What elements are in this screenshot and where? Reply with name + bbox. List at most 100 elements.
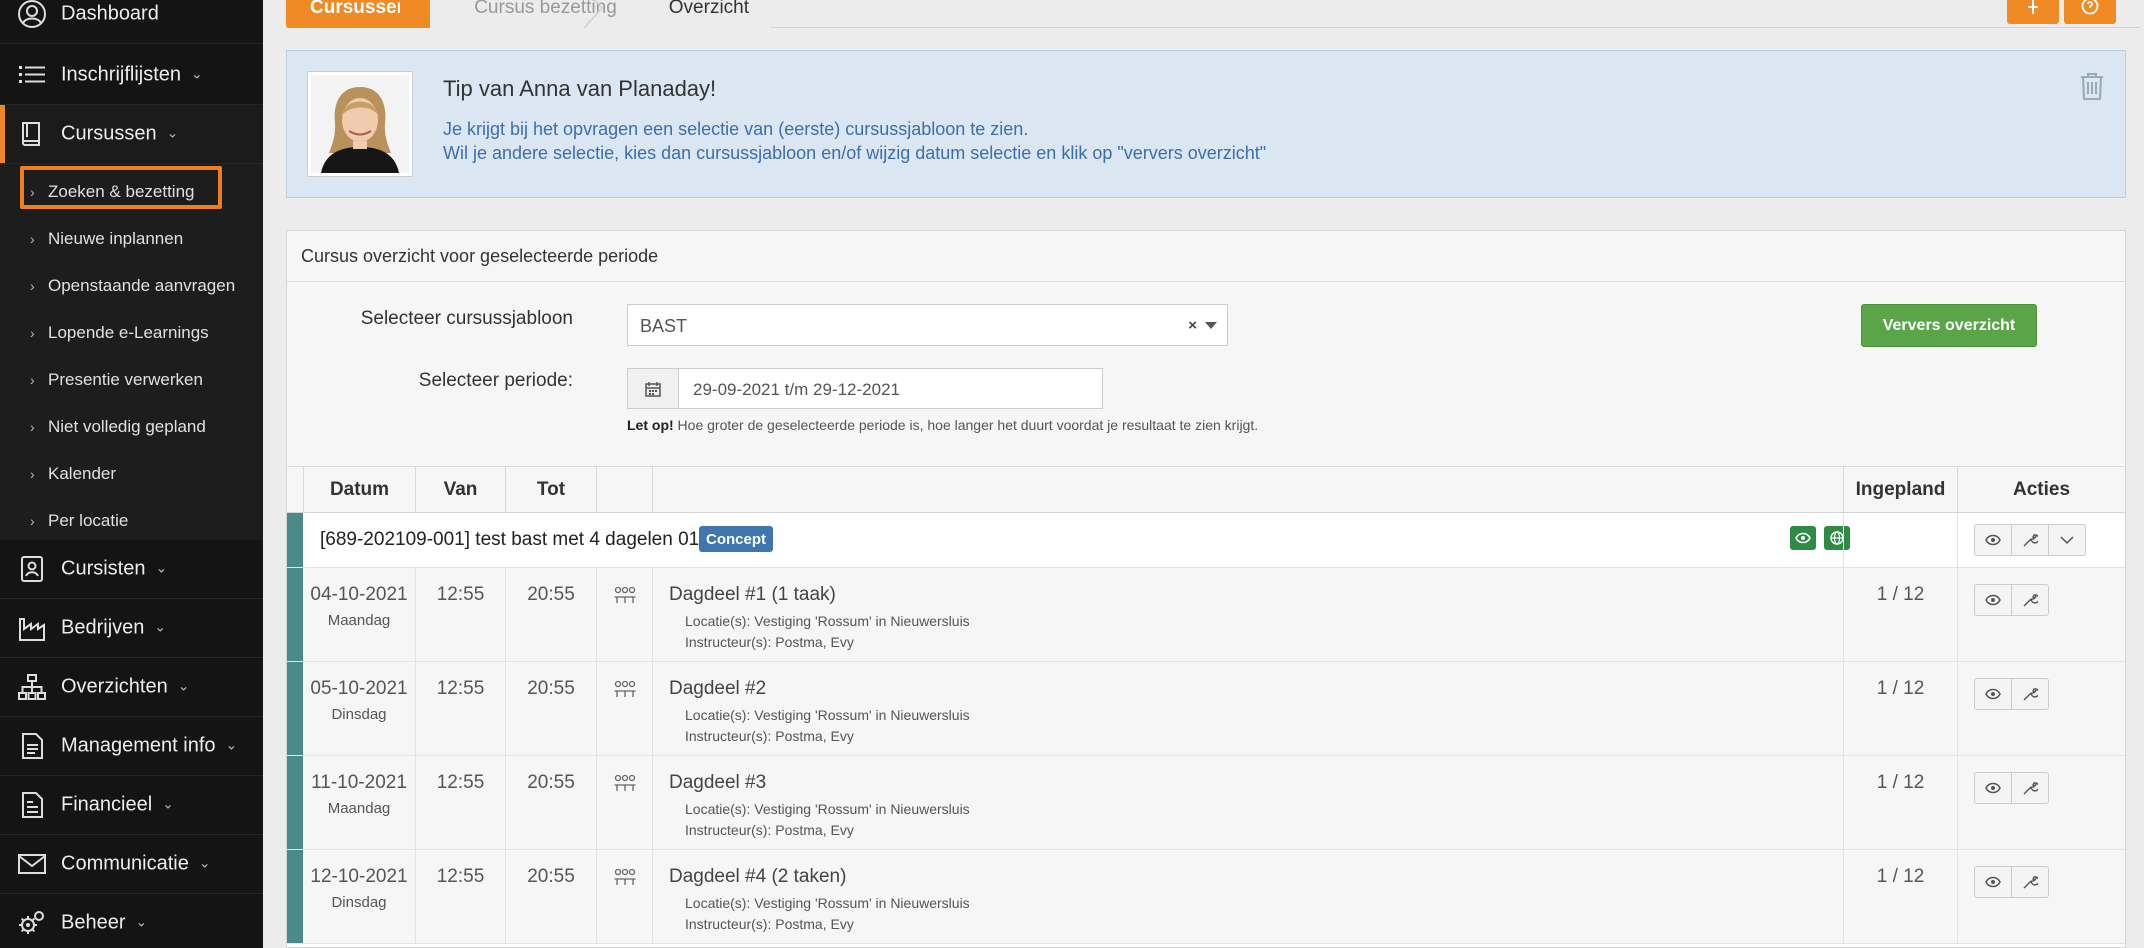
row-instructeur: Instructeur(s): Postma, Evy (685, 822, 854, 838)
edit-button[interactable] (2011, 772, 2049, 804)
panel-title: Cursus overzicht voor geselecteerde peri… (301, 246, 659, 266)
view-button[interactable] (1974, 866, 2012, 898)
sidebar-item-financieel[interactable]: Financieel ⌄ (0, 776, 263, 835)
breadcrumb-item-cursus-bezetting[interactable]: Cursus bezetting (430, 0, 639, 28)
edit-button[interactable] (2011, 678, 2049, 710)
caret-down-icon[interactable] (1205, 322, 1217, 329)
row-date: 12-10-2021 (310, 866, 408, 887)
envelope-icon (17, 849, 47, 879)
view-button[interactable] (1974, 524, 2012, 556)
edit-button[interactable] (2011, 584, 2049, 616)
user-circle-icon (17, 0, 47, 29)
row-day: Maandag (327, 800, 391, 817)
help-button[interactable] (2064, 0, 2116, 24)
factory-icon (17, 613, 47, 643)
col-header-acties: Acties (1957, 467, 2125, 513)
submenu-item-nieuwe-inplannen[interactable]: › Nieuwe inplannen (0, 215, 263, 262)
edit-button[interactable] (2011, 866, 2049, 898)
chevron-down-icon: ⌄ (155, 559, 168, 576)
sidebar-item-inschrijflijsten[interactable]: Inschrijflijsten ⌄ (0, 46, 263, 105)
group-icon (614, 868, 636, 886)
row-action-buttons (1974, 866, 2049, 898)
submenu-item-kalender[interactable]: › Kalender (0, 450, 263, 497)
row-van: 12:55 (436, 678, 485, 699)
chevron-down-icon: ⌄ (177, 677, 190, 694)
sidebar-item-overzichten[interactable]: Overzichten ⌄ (0, 658, 263, 717)
sidebar-item-beheer[interactable]: Beheer ⌄ (0, 894, 263, 948)
pin-button[interactable] (2007, 0, 2059, 24)
eye-icon[interactable] (1790, 526, 1816, 550)
sidebar-item-label: Inschrijflijsten (61, 63, 182, 86)
sidebar-item-dashboard[interactable]: Dashboard (0, 0, 263, 44)
view-button[interactable] (1974, 678, 2012, 710)
sidebar-item-bedrijven[interactable]: Bedrijven ⌄ (0, 599, 263, 658)
periode-input[interactable]: 29-09-2021 t/m 29-12-2021 (678, 368, 1103, 409)
org-chart-icon (17, 672, 47, 702)
sidebar-item-label: Beheer (61, 911, 126, 934)
chevron-down-icon: ⌄ (225, 736, 238, 753)
row-day: Dinsdag (331, 706, 387, 723)
row-locatie: Locatie(s): Vestiging 'Rossum' in Nieuwe… (685, 613, 970, 629)
filter-form: Selecteer cursussjabloon BAST × Ververs … (287, 282, 2125, 467)
invoice-icon (17, 790, 47, 820)
submenu-item-per-locatie[interactable]: › Per locatie (0, 497, 263, 544)
sidebar-item-cursussen[interactable]: Cursussen ⌄ (0, 105, 263, 164)
breadcrumb: Cursussen Cursus bezetting Overzicht (286, 0, 772, 28)
table-row[interactable]: 12-10-2021 Dinsdag 12:55 20:55 Dagdeel #4… (287, 850, 2125, 944)
col-header-tot[interactable]: Tot (505, 467, 596, 513)
cursussen-submenu: › Zoeken & bezetting › Nieuwe inplannen › O… (0, 164, 263, 540)
row-status-stripe (287, 568, 303, 661)
period-warning-note: Let op! Hoe groter de geselecteerde peri… (627, 417, 1258, 433)
sidebar-item-communicatie[interactable]: Communicatie ⌄ (0, 835, 263, 894)
submenu-item-lopende-elearnings[interactable]: › Lopende e-Learnings (0, 309, 263, 356)
row-date: 05-10-2021 (310, 678, 408, 699)
row-tot: 20:55 (527, 866, 575, 887)
group-icon (614, 680, 636, 698)
document-icon (17, 731, 47, 761)
table-row[interactable]: 05-10-2021 Dinsdag 12:55 20:55 Dagdeel #2… (287, 662, 2125, 756)
edit-button[interactable] (2011, 524, 2049, 556)
submenu-item-presentie-verwerken[interactable]: › Presentie verwerken (0, 356, 263, 403)
pin-icon (2028, 0, 2038, 14)
table-row[interactable]: 11-10-2021 Maandag 12:55 20:55 Dagdeel #3… (287, 756, 2125, 850)
eye-icon (1985, 782, 2001, 794)
submenu-item-niet-volledig-gepland[interactable]: › Niet volledig gepland (0, 403, 263, 450)
col-header-datum[interactable]: Datum (303, 467, 415, 513)
list-icon (17, 60, 47, 90)
table-row[interactable]: 04-10-2021 Maandag 12:55 20:55 Dagdeel #1… (287, 568, 2125, 662)
calendar-button[interactable] (627, 368, 679, 409)
row-locatie: Locatie(s): Vestiging 'Rossum' in Nieuwe… (685, 895, 970, 911)
course-group-row[interactable]: [689-202109-001] test bast met 4 dagelen… (287, 513, 2125, 568)
chevron-down-icon: ⌄ (198, 854, 211, 871)
row-tot: 20:55 (527, 772, 575, 793)
ververs-overzicht-button[interactable]: Ververs overzicht (1861, 304, 2037, 347)
col-header-van[interactable]: Van (415, 467, 505, 513)
submenu-item-label: Per locatie (48, 510, 129, 530)
row-day: Dinsdag (331, 894, 387, 911)
chevron-down-icon: ⌄ (166, 124, 179, 141)
submenu-item-openstaande-aanvragen[interactable]: › Openstaande aanvragen (0, 262, 263, 309)
view-button[interactable] (1974, 772, 2012, 804)
sidebar-item-cursisten[interactable]: Cursisten ⌄ (0, 540, 263, 599)
sjabloon-select[interactable]: BAST × (627, 304, 1228, 346)
row-status-stripe (287, 662, 303, 755)
expand-button[interactable] (2048, 524, 2086, 556)
trash-icon[interactable] (2079, 71, 2105, 101)
main-content: Cursussen Cursus bezetting Overzicht Tip… (263, 0, 2144, 948)
row-locatie: Locatie(s): Vestiging 'Rossum' in Nieuwe… (685, 801, 970, 817)
row-action-buttons (1974, 678, 2049, 710)
clear-selection-icon[interactable]: × (1188, 317, 1197, 334)
id-card-icon (17, 554, 47, 584)
chevron-down-icon: ⌄ (162, 795, 174, 812)
view-button[interactable] (1974, 584, 2012, 616)
selected-submenu-highlight (20, 166, 222, 209)
sidebar-item-management-info[interactable]: Management info ⌄ (0, 717, 263, 776)
anna-avatar (307, 71, 413, 177)
col-header-ingepland[interactable]: Ingepland (1843, 467, 1957, 513)
wrench-icon (2023, 688, 2038, 701)
calendar-icon (645, 381, 661, 397)
group-icon (614, 774, 636, 792)
panel-header: Cursus overzicht voor geselecteerde peri… (287, 231, 2125, 282)
col-header-title (652, 467, 1843, 513)
sidebar: Dashboard Inschrijflijsten ⌄ Cursussen ⌄ ›… (0, 0, 263, 948)
